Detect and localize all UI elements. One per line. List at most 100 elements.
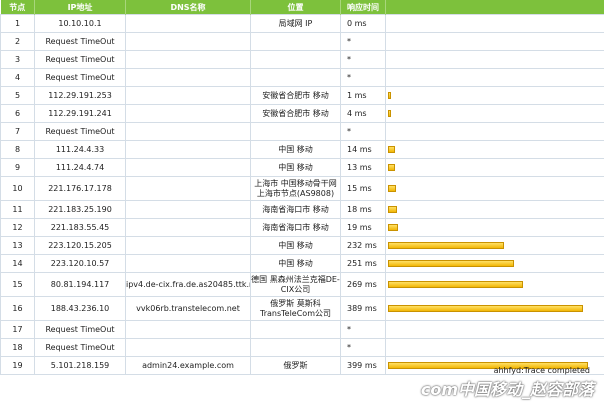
latency-bar: [388, 223, 398, 231]
col-bar: [385, 0, 604, 15]
location-cell: 上海市 中国移动骨干网上海市节点(AS9808): [250, 176, 341, 201]
hop-cell: 6: [0, 104, 35, 123]
dns-cell: [125, 50, 251, 69]
ip-cell: Request TimeOut: [34, 320, 126, 339]
latency-bar-cell: [385, 140, 604, 159]
col-ip[interactable]: IP地址: [34, 0, 126, 15]
ip-cell: 221.183.55.45: [34, 218, 126, 237]
latency-bar: [388, 304, 583, 312]
table-row[interactable]: 5 112.29.191.253 安徽省合肥市 移动 1 ms: [0, 86, 604, 105]
location-cell: 中国 移动: [250, 254, 341, 273]
col-dns[interactable]: DNS名称: [125, 0, 251, 15]
dns-cell: [125, 68, 251, 87]
latency-cell: 19 ms: [340, 218, 386, 237]
latency-cell: *: [340, 320, 386, 339]
dns-cell: [125, 176, 251, 201]
hop-cell: 10: [0, 176, 35, 201]
ip-cell: 223.120.10.57: [34, 254, 126, 273]
table-row[interactable]: 10 221.176.17.178 上海市 中国移动骨干网上海市节点(AS9808)…: [0, 176, 604, 201]
latency-bar-cell: [385, 176, 604, 201]
hop-cell: 17: [0, 320, 35, 339]
latency-bar: [388, 205, 397, 213]
latency-cell: 251 ms: [340, 254, 386, 273]
location-cell: 局域网 IP: [250, 14, 341, 33]
hop-cell: 16: [0, 296, 35, 321]
latency-cell: 232 ms: [340, 236, 386, 255]
watermark: com中国移动_赵容部落: [420, 380, 594, 399]
table-row[interactable]: 16 188.43.236.10 vvk06rb.transtelecom.net 俄…: [0, 296, 604, 321]
location-cell: 俄罗斯 莫斯科TransTeleCom公司: [250, 296, 341, 321]
latency-cell: 18 ms: [340, 200, 386, 219]
dns-cell: [125, 218, 251, 237]
hop-cell: 9: [0, 158, 35, 177]
latency-cell: 14 ms: [340, 140, 386, 159]
table-row[interactable]: 11 221.183.25.190 海南省海口市 移动 18 ms: [0, 200, 604, 219]
dns-cell: [125, 14, 251, 33]
location-cell: 中国 移动: [250, 236, 341, 255]
dns-cell: ipv4.de-cix.fra.de.as20485.ttk.ru: [125, 272, 251, 297]
location-cell: [250, 320, 341, 339]
table-row[interactable]: 3 Request TimeOut *: [0, 50, 604, 69]
hop-cell: 3: [0, 50, 35, 69]
latency-bar: [388, 184, 396, 192]
location-cell: 海南省海口市 移动: [250, 200, 341, 219]
dns-cell: [125, 338, 251, 357]
latency-cell: *: [340, 32, 386, 51]
latency-cell: *: [340, 50, 386, 69]
location-cell: 海南省海口市 移动: [250, 218, 341, 237]
dns-cell: [125, 158, 251, 177]
latency-cell: *: [340, 68, 386, 87]
ip-cell: 111.24.4.74: [34, 158, 126, 177]
col-location[interactable]: 位置: [250, 0, 341, 15]
dns-cell: vvk06rb.transtelecom.net: [125, 296, 251, 321]
latency-bar-cell: [385, 320, 604, 339]
table-row[interactable]: 2 Request TimeOut *: [0, 32, 604, 51]
latency-bar-cell: [385, 272, 604, 297]
location-cell: 安徽省合肥市 移动: [250, 86, 341, 105]
table-row[interactable]: 1 10.10.10.1 局域网 IP 0 ms: [0, 14, 604, 33]
location-cell: [250, 338, 341, 357]
hop-cell: 1: [0, 14, 35, 33]
hop-cell: 18: [0, 338, 35, 357]
table-row[interactable]: 17 Request TimeOut *: [0, 320, 604, 339]
location-cell: 德国 黑森州法兰克福DE-CIX公司: [250, 272, 341, 297]
table-row[interactable]: 8 111.24.4.33 中国 移动 14 ms: [0, 140, 604, 159]
table-row[interactable]: 9 111.24.4.74 中国 移动 13 ms: [0, 158, 604, 177]
table-row[interactable]: 12 221.183.55.45 海南省海口市 移动 19 ms: [0, 218, 604, 237]
ip-cell: Request TimeOut: [34, 338, 126, 357]
latency-bar-cell: [385, 200, 604, 219]
ip-cell: 221.183.25.190: [34, 200, 126, 219]
ip-cell: Request TimeOut: [34, 68, 126, 87]
latency-cell: 4 ms: [340, 104, 386, 123]
traceroute-window: 节点 IP地址 DNS名称 位置 响应时间 1 10.10.10.1 局域网 IP 0…: [0, 0, 604, 404]
latency-bar-cell: [385, 50, 604, 69]
status-footer: ahhfyd:Trace completed com中国移动_赵容部落: [0, 366, 604, 404]
table-row[interactable]: 15 80.81.194.117 ipv4.de-cix.fra.de.as2048…: [0, 272, 604, 297]
latency-bar: [388, 259, 514, 267]
header-row: 节点 IP地址 DNS名称 位置 响应时间: [0, 0, 604, 15]
col-latency[interactable]: 响应时间: [340, 0, 386, 15]
hop-cell: 8: [0, 140, 35, 159]
col-hop[interactable]: 节点: [0, 0, 35, 15]
ip-cell: 188.43.236.10: [34, 296, 126, 321]
hop-cell: 7: [0, 122, 35, 141]
table-row[interactable]: 13 223.120.15.205 中国 移动 232 ms: [0, 236, 604, 255]
hop-cell: 5: [0, 86, 35, 105]
table-row[interactable]: 7 Request TimeOut *: [0, 122, 604, 141]
ip-cell: 221.176.17.178: [34, 176, 126, 201]
table-row[interactable]: 4 Request TimeOut *: [0, 68, 604, 87]
dns-cell: [125, 122, 251, 141]
hop-cell: 13: [0, 236, 35, 255]
hop-cell: 15: [0, 272, 35, 297]
table-row[interactable]: 18 Request TimeOut *: [0, 338, 604, 357]
dns-cell: [125, 104, 251, 123]
table-body: 1 10.10.10.1 局域网 IP 0 ms 2 Request TimeOut * 3 R…: [0, 14, 604, 375]
table-row[interactable]: 6 112.29.191.241 安徽省合肥市 移动 4 ms: [0, 104, 604, 123]
latency-cell: 1 ms: [340, 86, 386, 105]
location-cell: [250, 68, 341, 87]
dns-cell: [125, 236, 251, 255]
latency-bar-cell: [385, 236, 604, 255]
hop-cell: 14: [0, 254, 35, 273]
latency-cell: 15 ms: [340, 176, 386, 201]
table-row[interactable]: 14 223.120.10.57 中国 移动 251 ms: [0, 254, 604, 273]
